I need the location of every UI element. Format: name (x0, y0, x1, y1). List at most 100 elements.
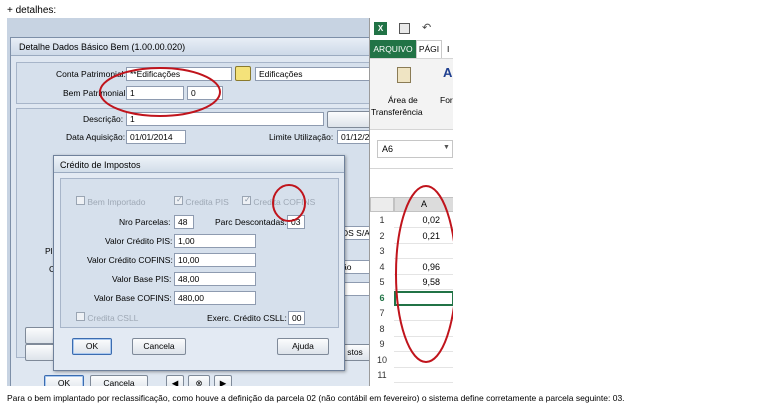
dialog-titlebar[interactable]: Crédito de Impostos (54, 156, 344, 173)
credita-csll-label: Credita CSLL (87, 313, 139, 323)
conta-code-field[interactable]: **Edificações (126, 67, 232, 81)
prev-button[interactable]: ◀ (166, 375, 184, 386)
sheet-cell[interactable]: 9,58 (394, 275, 453, 290)
undo-icon[interactable]: ↶ (422, 21, 431, 34)
sheet-cell[interactable] (394, 337, 453, 352)
sheet-cell[interactable] (394, 244, 453, 259)
triangle-left-icon: ◀ (171, 378, 179, 386)
excel-quickbar: X ↶ (370, 18, 453, 40)
main-titlebar[interactable]: Detalhe Dados Básico Bem (1.00.00.020) (11, 38, 375, 56)
partial-button-2[interactable] (25, 344, 55, 361)
parc-desc-field[interactable]: 03 (287, 215, 305, 229)
nro-parcelas-field[interactable]: 48 (174, 215, 194, 229)
bem-inc-field[interactable]: 0 (187, 86, 223, 100)
dialog-title: Crédito de Impostos (60, 160, 141, 170)
row-header[interactable]: 6 (370, 291, 394, 306)
row-header[interactable]: 4 (370, 260, 394, 275)
row-header[interactable]: 2 (370, 229, 394, 244)
credita-csll-checkbox[interactable]: Credita CSLL (76, 312, 138, 323)
binoculars-button[interactable]: ⊗ (188, 375, 210, 386)
sheet-cell[interactable] (394, 290, 453, 306)
descricao-field[interactable]: 1 (126, 112, 324, 126)
sheet-cell[interactable] (394, 306, 453, 321)
checkmark-icon (242, 196, 251, 205)
descricao-label: Descrição: (83, 114, 124, 124)
font-a-icon[interactable]: A (443, 65, 452, 80)
row-header[interactable]: 3 (370, 244, 394, 259)
valor-credito-cofins-field[interactable]: 10,00 (174, 253, 256, 267)
row-header[interactable]: 8 (370, 322, 394, 337)
valor-credito-cofins-label: Valor Crédito COFINS: (87, 255, 173, 265)
valor-base-pis-label: Valor Base PIS: (112, 274, 172, 284)
save-icon[interactable] (399, 23, 410, 34)
namebox-dropdown-icon[interactable]: ▼ (443, 144, 450, 151)
row-header[interactable]: 7 (370, 306, 394, 321)
lookup-folder-icon[interactable] (235, 66, 251, 81)
tab-partial[interactable]: I (447, 44, 449, 54)
sheet-cell[interactable] (394, 353, 453, 368)
credita-cofins-checkbox[interactable]: Credita COFINS (242, 196, 315, 207)
row-header[interactable]: 5 (370, 275, 394, 290)
caption-text: Para o bem implantado por reclassificaçã… (7, 393, 625, 403)
tab-pagina[interactable]: PÁGI (416, 40, 442, 58)
partial-label-pl: Pl (45, 246, 53, 256)
credita-pis-checkbox[interactable]: Credita PIS (174, 196, 229, 207)
dialog-ok-button[interactable]: OK (72, 338, 112, 355)
row-header[interactable]: 9 (370, 337, 394, 352)
data-field[interactable]: 01/01/2014 (126, 130, 186, 144)
checkmark-icon (174, 196, 183, 205)
descricao-button[interactable] (327, 111, 372, 128)
sheet-cell[interactable]: 0,02 (394, 213, 453, 228)
excel-ribbon: Área de Transferência A For (370, 58, 453, 130)
bem-importado-checkbox[interactable]: Bem Importado (76, 196, 146, 207)
corner-cell[interactable] (370, 197, 394, 212)
clipboard-label-1: Área de (388, 95, 418, 105)
bem-field[interactable]: 1 (126, 86, 184, 100)
next-button[interactable]: ▶ (214, 375, 232, 386)
sheet-cell[interactable]: 0,96 (394, 260, 453, 275)
credita-pis-label: Credita PIS (185, 197, 229, 207)
excel-logo-icon: X (374, 22, 387, 35)
row-header[interactable]: 11 (370, 368, 394, 383)
namebox[interactable]: A6 (377, 140, 453, 158)
valor-base-cofins-label: Valor Base COFINS: (94, 293, 172, 303)
sheet-cell[interactable] (394, 322, 453, 337)
main-cancel-button[interactable]: Cancela (90, 375, 148, 386)
main-ok-button[interactable]: OK (44, 375, 84, 386)
data-label: Data Aquisição: (66, 132, 126, 142)
main-title: Detalhe Dados Básico Bem (1.00.00.020) (19, 42, 186, 52)
row-header[interactable]: 1 (370, 213, 394, 228)
valor-credito-pis-label: Valor Crédito PIS: (105, 236, 173, 246)
main-window: Detalhe Dados Básico Bem (1.00.00.020) C… (10, 37, 376, 386)
tab-arquivo[interactable]: ARQUIVO (370, 40, 416, 58)
row-header[interactable]: 10 (370, 353, 394, 368)
intro-text: + detalhes: (7, 5, 57, 16)
excel-window: X ↶ ARQUIVO PÁGI I Área de Transferência… (369, 18, 453, 386)
parc-desc-label: Parc Descontadas: (215, 217, 287, 227)
sheet-cell[interactable]: 0,21 (394, 229, 453, 244)
credita-cofins-label: Credita COFINS (253, 197, 316, 207)
paste-icon[interactable] (397, 67, 411, 83)
column-header-a[interactable]: A (394, 197, 453, 212)
excel-tabs: ARQUIVO PÁGI I (370, 40, 453, 58)
sheet-cell[interactable] (394, 368, 453, 383)
valor-base-pis-field[interactable]: 48,00 (174, 272, 256, 286)
conta-label: Conta Patrimonial: (56, 69, 126, 79)
exerc-field[interactable]: 00 (288, 311, 305, 325)
screenshot: Detalhe Dados Básico Bem (1.00.00.020) C… (7, 18, 453, 386)
checkbox-icon (76, 312, 85, 321)
dialog-cancel-button[interactable]: Cancela (132, 338, 186, 355)
dialog-help-button[interactable]: Ajuda (277, 338, 329, 355)
valor-credito-pis-field[interactable]: 1,00 (174, 234, 256, 248)
binoculars-icon: ⊗ (195, 378, 203, 386)
sheet-gridline (370, 168, 453, 169)
valor-base-cofins-field[interactable]: 480,00 (174, 291, 256, 305)
conta-desc-field: Edificações (255, 67, 375, 81)
clipboard-label-2: Transferência (371, 107, 423, 117)
credito-dialog: Crédito de Impostos Bem Importado Credit… (53, 155, 345, 371)
limite-label: Limite Utilização: (269, 132, 334, 142)
triangle-right-icon: ▶ (219, 378, 227, 386)
bem-importado-label: Bem Importado (87, 197, 146, 207)
bem-label: Bem Patrimonial: (63, 88, 128, 98)
checkbox-icon (76, 196, 85, 205)
